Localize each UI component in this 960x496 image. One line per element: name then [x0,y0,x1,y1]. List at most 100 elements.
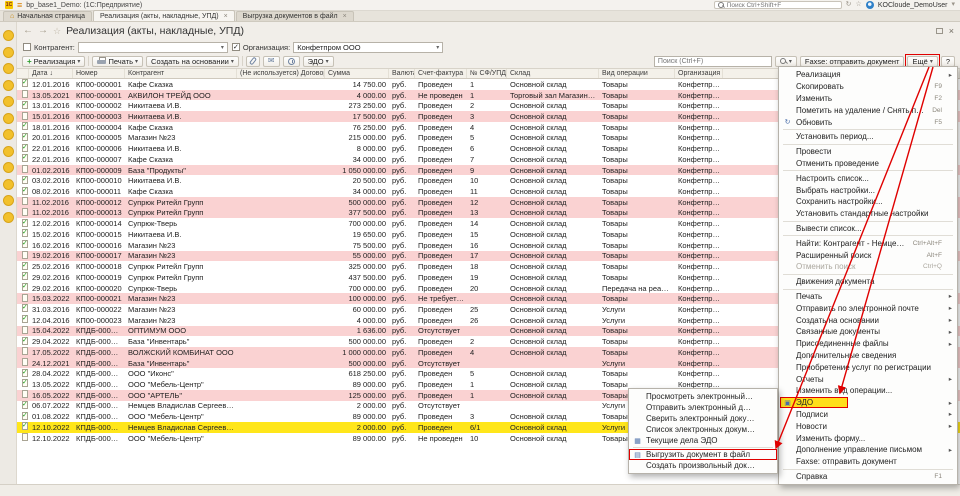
counterparty-filter-combo[interactable]: ▾ [78,42,228,53]
edo-submenu-item[interactable]: Сверить электронный документ [629,413,777,424]
more-menu-item[interactable]: Выбрать настройки... [779,184,957,196]
tab-export[interactable]: Выгрузка документов в файл× [236,11,354,21]
forward-arrow-icon[interactable]: → [38,26,48,36]
organization-filter-combo[interactable]: Конфетпром ООО ▾ [293,42,443,53]
edo-submenu-item[interactable]: ▤Выгрузить документ в файл [629,449,777,460]
list-search-box[interactable] [654,56,772,67]
section-icon[interactable] [3,63,14,74]
reminders-button[interactable] [283,56,300,67]
more-menu-item[interactable]: ↻ОбновитьF5 [779,116,957,128]
attachments-button[interactable] [246,56,260,67]
section-icon[interactable] [3,179,14,190]
edo-submenu-item[interactable]: Создать произвольный документ [629,460,777,471]
section-icon[interactable] [3,30,14,41]
tab-close-icon[interactable]: × [343,13,347,20]
section-icon[interactable] [3,47,14,58]
organization-filter-checkbox[interactable] [232,43,240,51]
column-header[interactable]: (Не используется) Договор [237,69,325,78]
chevron-down-icon[interactable]: ▾ [436,44,439,51]
tab-sales[interactable]: Реализация (акты, накладные, УПД)× [93,10,235,21]
column-header[interactable]: Склад [507,69,599,78]
tab-close-icon[interactable]: × [224,13,228,20]
more-menu-item[interactable]: СкопироватьF9 [779,81,957,93]
more-menu-item[interactable]: Дополнительные сведения [779,350,957,362]
more-menu-item[interactable]: Настроить список... [779,172,957,184]
more-menu-item[interactable]: Установить период... [779,131,957,143]
open-in-window-icon[interactable] [936,28,943,34]
column-header[interactable]: Сумма [325,69,389,78]
column-header[interactable]: Вид операции [599,69,675,78]
more-menu-item[interactable]: Сохранить настройки... [779,196,957,208]
cell-number: КПДБ-000008 [73,434,125,443]
more-menu-item[interactable]: ▣ЭДО▸ [779,397,957,409]
edo-submenu-item[interactable]: ▦Текущие дела ЭДО [629,435,777,446]
section-icon[interactable] [3,195,14,206]
more-menu-item[interactable]: Изменить форму... [779,432,957,444]
more-button[interactable]: Ещё ▾ [907,56,937,67]
edo-submenu-item[interactable]: Просмотреть электронный документ [629,391,777,402]
section-icon[interactable] [3,113,14,124]
more-menu-item[interactable]: Расширенный поискAlt+F [779,249,957,261]
edo-submenu-item[interactable]: Отправить электронный документ [629,402,777,413]
favorites-icon[interactable]: ☆ [856,1,862,9]
more-menu-item[interactable]: СправкаF1 [779,471,957,483]
more-menu-item[interactable]: Изменить вид операции... [779,385,957,397]
more-menu-item[interactable]: Установить стандартные настройки [779,208,957,220]
main-menu-icon[interactable]: ≡ [17,1,22,10]
history-icon[interactable]: ↻ [846,1,852,9]
column-header[interactable]: Дата ↓ [29,69,73,78]
more-menu-item[interactable]: Найти: Контрагент - Немцев Владислав Сер… [779,237,957,249]
search-options-button[interactable]: ▾ [775,56,797,67]
global-search-box[interactable] [714,1,842,9]
more-menu-item[interactable]: Пометить на удаление / Снять пометкуDel [779,104,957,116]
more-menu-item[interactable]: Приобретение услуг по регистрации [779,361,957,373]
more-menu-item[interactable]: Движения документа [779,276,957,288]
more-menu-item[interactable]: Faxse: отправить документ [779,456,957,468]
more-menu-item[interactable]: Отчеты▸ [779,373,957,385]
edo-button[interactable]: ЭДО ▾ [303,56,334,67]
column-header[interactable]: Валюта [389,69,415,78]
print-button[interactable]: Печать ▾ [92,56,143,67]
more-menu-item[interactable]: Новости▸ [779,420,957,432]
more-menu-item[interactable]: Присоединенные файлы▸ [779,338,957,350]
edo-submenu-item[interactable]: Список электронных документов [629,424,777,435]
more-menu-item[interactable]: Подписи▸ [779,409,957,421]
favorite-star-icon[interactable]: ☆ [53,26,61,37]
more-menu-item[interactable]: ИзменитьF2 [779,93,957,105]
column-header[interactable]: Номер [73,69,125,78]
fax-send-button[interactable]: Faxse: отправить документ [800,56,905,67]
chevron-down-icon[interactable]: ▾ [221,44,224,51]
column-header[interactable]: Организация [675,69,723,78]
send-email-button[interactable]: ✉ [263,56,280,67]
counterparty-filter-checkbox[interactable] [23,43,31,51]
more-menu-item[interactable]: Отправить по электронной почте▸ [779,302,957,314]
more-menu-item[interactable]: Дополнение управление письмом▸ [779,444,957,456]
section-icon[interactable] [3,146,14,157]
create-based-on-button[interactable]: Создать на основании ▾ [146,56,239,67]
column-header[interactable]: № СФ/УПД [467,69,507,78]
tab-home[interactable]: ⌂Начальная страница [3,11,92,21]
chevron-down-icon[interactable]: ▾ [951,1,955,9]
section-icon[interactable] [3,162,14,173]
more-menu-item[interactable]: Отменить проведение [779,158,957,170]
create-document-button[interactable]: + Реализация ▾ [22,56,85,67]
help-button[interactable]: ? [941,56,955,67]
section-icon[interactable] [3,96,14,107]
more-menu-item[interactable]: Связанные документы▸ [779,326,957,338]
list-search-input[interactable] [658,58,768,65]
more-menu-item[interactable]: Вывести список... [779,223,957,235]
more-menu-item[interactable]: Создать на основании▸ [779,314,957,326]
more-menu-item[interactable]: Печать▸ [779,291,957,303]
more-menu-item[interactable]: Провести [779,146,957,158]
column-header[interactable]: Счет-фактура [415,69,467,78]
section-icon[interactable] [3,129,14,140]
close-form-icon[interactable]: × [949,27,954,36]
global-search-input[interactable] [727,2,838,9]
back-arrow-icon[interactable]: ← [23,26,33,36]
user-avatar[interactable]: ☻ [866,1,874,9]
column-header[interactable]: Контрагент [125,69,237,78]
section-icon[interactable] [3,212,14,223]
more-menu-item[interactable]: Реализация▸ [779,69,957,81]
section-icon[interactable] [3,80,14,91]
cell-counterparty: Супрюк Ритейл Групп [125,273,237,282]
